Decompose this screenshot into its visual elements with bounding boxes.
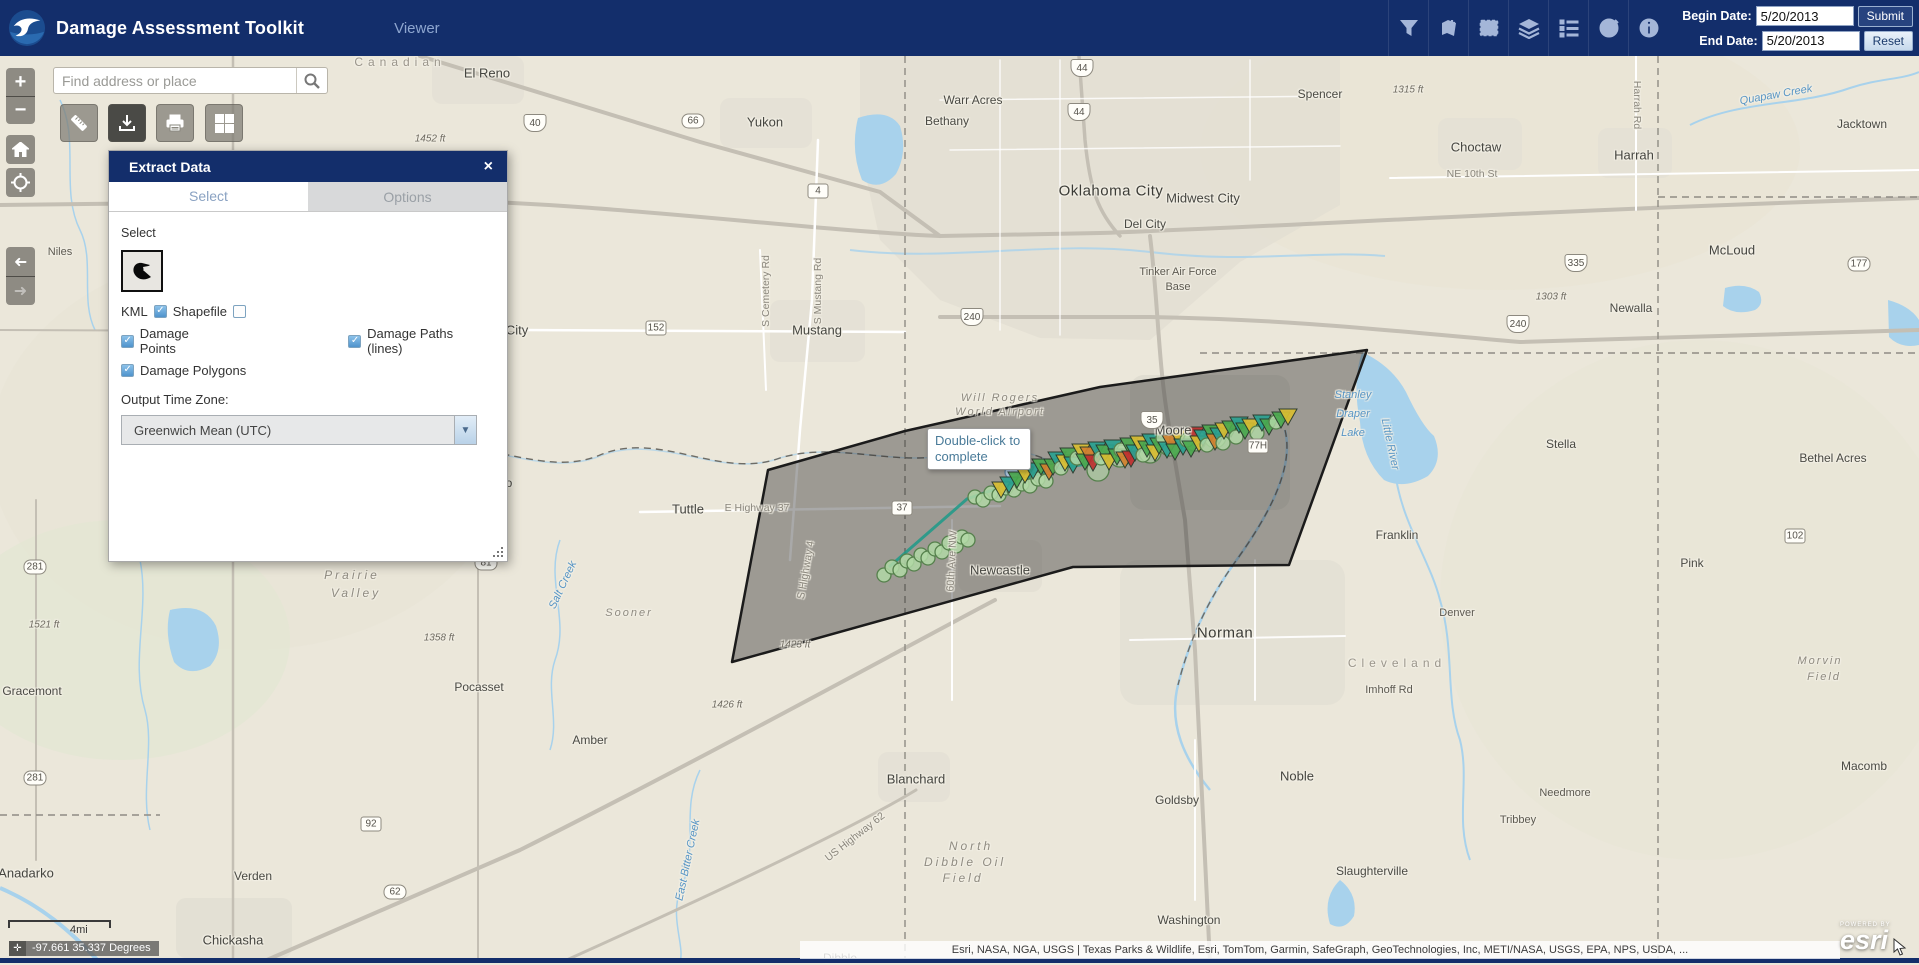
back-icon: ➜ [14, 252, 27, 272]
measure-button[interactable] [60, 104, 98, 142]
info-icon [1638, 17, 1660, 39]
submit-button[interactable]: Submit [1858, 6, 1913, 27]
search-button[interactable] [296, 68, 327, 93]
add-data-button[interactable] [1428, 0, 1468, 56]
filter-button[interactable] [1388, 0, 1428, 56]
tab-viewer[interactable]: Viewer [394, 20, 440, 37]
filter-icon [1398, 17, 1420, 39]
time-slider-button[interactable] [1588, 0, 1628, 56]
freehand-polygon-icon [130, 259, 154, 283]
legend-button[interactable] [1548, 0, 1588, 56]
locate-button[interactable] [6, 168, 35, 197]
output-time-zone-label: Output Time Zone: [121, 392, 495, 407]
mouse-cursor [1893, 938, 1907, 956]
scale-label: 4mi [70, 924, 88, 936]
legend-icon [1558, 17, 1580, 39]
reset-button[interactable]: Reset [1864, 31, 1913, 51]
layers-button[interactable] [1508, 0, 1548, 56]
esri-wordmark: esri [1840, 928, 1891, 952]
damage-marker[interactable] [961, 533, 975, 547]
ruler-icon [69, 113, 89, 133]
search-icon [304, 73, 320, 89]
add-map-icon [1438, 17, 1460, 39]
shapefile-label: Shapefile [173, 304, 227, 319]
forward-icon: ➜ [14, 281, 27, 301]
history-controls[interactable]: ➜ ➜ [6, 247, 35, 305]
map-attribution: Esri, NASA, NGA, USGS | Texas Parks & Wi… [800, 941, 1840, 959]
download-icon [117, 113, 137, 133]
app-title: Damage Assessment Toolkit [56, 18, 304, 39]
damage-points-label: Damage Points [140, 326, 227, 356]
minus-icon: − [15, 99, 27, 122]
polygons-row: Damage Polygons [121, 363, 495, 378]
format-row: KML Shapefile [121, 304, 495, 319]
coordinate-text: -97.661 35.337 Degrees [26, 941, 159, 956]
print-button[interactable] [156, 104, 194, 142]
crosshair-icon[interactable]: ✛ [9, 941, 26, 956]
points-paths-row: Damage Points Damage Paths (lines) [121, 326, 495, 356]
tab-select[interactable]: Select [109, 182, 308, 211]
extract-data-button[interactable] [108, 104, 146, 142]
date-panel: Begin Date: Submit End Date: Reset [1682, 6, 1913, 51]
time-zone-value: Greenwich Mean (UTC) [122, 423, 454, 438]
select-section-label: Select [121, 226, 495, 240]
damage-polygons-label: Damage Polygons [140, 363, 246, 378]
grid-icon [215, 114, 234, 133]
app-header: Damage Assessment Toolkit Viewer Begin D… [0, 0, 1919, 56]
home-icon [12, 142, 29, 157]
search-input[interactable] [54, 68, 296, 93]
begin-date-input[interactable] [1756, 6, 1854, 26]
scale-bar [8, 920, 111, 928]
plus-icon: + [15, 71, 27, 94]
info-button[interactable] [1628, 0, 1668, 56]
printer-icon [165, 113, 185, 133]
dialog-resize-handle[interactable] [493, 547, 503, 557]
dialog-header[interactable]: Extract Data × [109, 151, 507, 182]
chevron-down-icon: ▼ [454, 416, 476, 444]
back-button[interactable]: ➜ [6, 247, 35, 276]
zoom-out-button[interactable]: − [6, 96, 35, 124]
close-icon[interactable]: × [480, 158, 497, 176]
time-icon [1598, 17, 1620, 39]
forward-button[interactable]: ➜ [6, 276, 35, 305]
swipe-icon [1478, 17, 1500, 39]
layers-icon [1518, 17, 1540, 39]
search-box[interactable] [53, 67, 328, 94]
tab-options[interactable]: Options [308, 182, 507, 211]
locate-icon [11, 173, 30, 192]
coordinate-readout: ✛ -97.661 35.337 Degrees [9, 941, 159, 956]
begin-date-label: Begin Date: [1682, 9, 1751, 23]
damage-points-checkbox[interactable] [121, 335, 134, 348]
damage-paths-label: Damage Paths (lines) [367, 326, 489, 356]
end-date-input[interactable] [1762, 31, 1860, 51]
dialog-title: Extract Data [129, 159, 480, 175]
kml-label: KML [121, 304, 148, 319]
basemap-button[interactable] [205, 104, 243, 142]
map-canvas[interactable]: CanadianClevelandEl RenoYukonBethanyWarr… [0, 0, 1919, 963]
extract-data-dialog: Extract Data × Select Options Select KML… [108, 150, 508, 562]
swipe-button[interactable] [1468, 0, 1508, 56]
kml-checkbox[interactable] [154, 305, 167, 318]
time-zone-select[interactable]: Greenwich Mean (UTC) ▼ [121, 415, 477, 445]
zoom-controls[interactable]: + − [6, 68, 35, 124]
zoom-in-button[interactable]: + [6, 68, 35, 96]
freehand-polygon-tool-button[interactable] [121, 250, 163, 292]
home-button[interactable] [6, 135, 35, 164]
esri-logo: POWERED BY esri [1840, 922, 1891, 952]
end-date-label: End Date: [1699, 34, 1757, 48]
noaa-logo [8, 9, 46, 47]
damage-paths-checkbox[interactable] [348, 335, 361, 348]
draw-tooltip: Double-click to complete [927, 428, 1031, 470]
shapefile-checkbox[interactable] [233, 305, 246, 318]
damage-polygons-checkbox[interactable] [121, 364, 134, 377]
